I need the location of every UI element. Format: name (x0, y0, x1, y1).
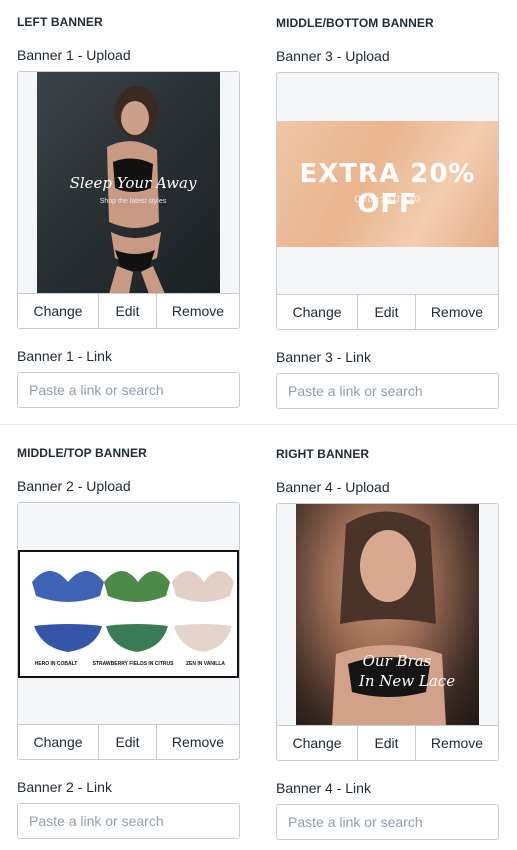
banner-3-title-text: EXTRA 20% OFF (299, 159, 476, 219)
banner-4-actions: Change Edit Remove (277, 726, 498, 760)
banner-1-subtitle-text: Shop the latest styles (99, 198, 167, 205)
banner-2-change-button[interactable]: Change (18, 725, 99, 759)
banner-1-edit-button[interactable]: Edit (99, 294, 157, 328)
banner-3-preview: EXTRA 20% OFF Code: AUG20 (277, 73, 498, 295)
right-banner-settings: RIGHT BANNER Banner 4 - Upload Our Bras … (276, 447, 499, 840)
banner-4-edit-button[interactable]: Edit (358, 726, 416, 760)
banner-1-link-input[interactable] (17, 372, 240, 408)
banner-4-title-line-1: Our Bras (362, 652, 432, 670)
banner-1-link-label: Banner 1 - Link (17, 348, 112, 364)
banner-3-actions: Change Edit Remove (277, 295, 498, 329)
left-banner-heading: LEFT BANNER (17, 15, 103, 29)
banner-2-link-input[interactable] (17, 803, 240, 839)
banner-2-artwork (32, 571, 234, 652)
bottom-banner-section: MIDDLE/TOP BANNER Banner 2 - Upload HERO… (0, 424, 517, 850)
banner-2-caption-1: HERO IN COBALT (34, 661, 78, 667)
middle-top-banner-heading: MIDDLE/TOP BANNER (17, 446, 147, 460)
banner-4-remove-button[interactable]: Remove (416, 726, 498, 760)
banner-4-title-line-2: In New Lace (358, 672, 456, 690)
banner-3-link-input[interactable] (276, 373, 499, 409)
banner-2-link-label: Banner 2 - Link (17, 779, 112, 795)
banner-3-change-button[interactable]: Change (277, 295, 358, 329)
middle-bottom-banner-settings: MIDDLE/BOTTOM BANNER Banner 3 - Upload E… (276, 16, 499, 409)
banner-4-artwork (332, 511, 446, 725)
banner-2-caption-2: STRAWBERRY FIELDS IN CITRUS (92, 661, 174, 667)
banner-3-code-text: Code: AUG20 (354, 194, 421, 204)
banner-1-title-text: Sleep Your Away (69, 174, 197, 192)
banner-3-image-picker: EXTRA 20% OFF Code: AUG20 Change Edit Re… (276, 72, 499, 330)
banner-4-link-label: Banner 4 - Link (276, 780, 371, 796)
banner-3-upload-label: Banner 3 - Upload (276, 48, 390, 64)
banner-2-caption-3: ZEN IN VANILLA (185, 661, 226, 667)
banner-3-link-label: Banner 3 - Link (276, 349, 371, 365)
banner-2-image (18, 550, 239, 678)
right-banner-heading: RIGHT BANNER (276, 447, 370, 461)
middle-bottom-banner-heading: MIDDLE/BOTTOM BANNER (276, 16, 434, 30)
banner-2-remove-button[interactable]: Remove (157, 725, 239, 759)
banner-2-edit-button[interactable]: Edit (99, 725, 157, 759)
banner-1-image-picker: Sleep Your Away Shop the latest styles C… (17, 71, 240, 329)
banner-3-remove-button[interactable]: Remove (416, 295, 498, 329)
banner-4-upload-label: Banner 4 - Upload (276, 479, 390, 495)
banner-1-preview: Sleep Your Away Shop the latest styles (18, 72, 239, 294)
banner-1-actions: Change Edit Remove (18, 294, 239, 328)
middle-top-banner-settings: MIDDLE/TOP BANNER Banner 2 - Upload HERO… (17, 446, 240, 839)
banner-2-image-picker: HERO IN COBALT STRAWBERRY FIELDS IN CITR… (17, 502, 240, 760)
banner-1-upload-label: Banner 1 - Upload (17, 47, 131, 63)
banner-1-remove-button[interactable]: Remove (157, 294, 239, 328)
banner-4-preview: Our Bras In New Lace (277, 504, 498, 726)
banner-3-edit-button[interactable]: Edit (358, 295, 416, 329)
banner-4-image (296, 504, 479, 725)
banner-4-image-picker: Our Bras In New Lace Change Edit Remove (276, 503, 499, 761)
top-banner-section: LEFT BANNER Banner 1 - Upload Sleep Your… (0, 0, 517, 424)
banner-4-link-input[interactable] (276, 804, 499, 840)
banner-2-upload-label: Banner 2 - Upload (17, 478, 131, 494)
banner-1-change-button[interactable]: Change (18, 294, 99, 328)
left-banner-settings: LEFT BANNER Banner 1 - Upload Sleep Your… (17, 15, 240, 408)
banner-2-preview: HERO IN COBALT STRAWBERRY FIELDS IN CITR… (18, 503, 239, 725)
banner-4-change-button[interactable]: Change (277, 726, 358, 760)
banner-2-actions: Change Edit Remove (18, 725, 239, 759)
